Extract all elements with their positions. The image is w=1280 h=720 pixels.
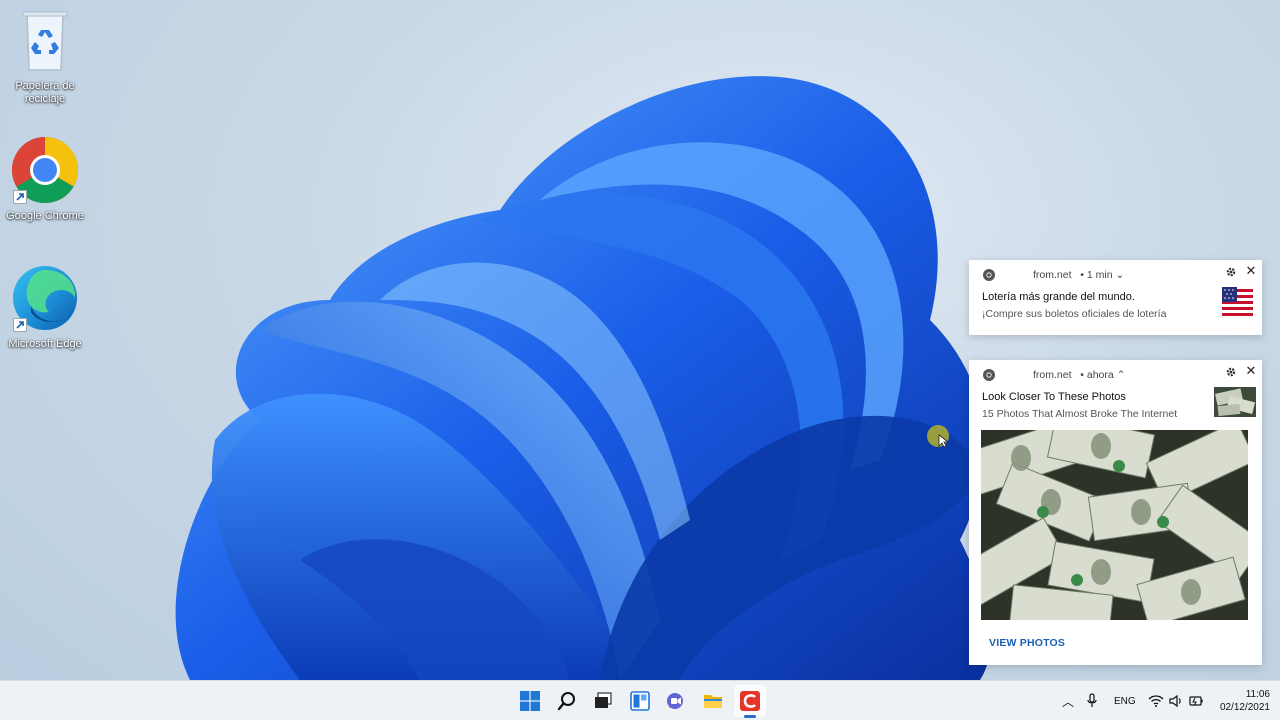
chrome-icon bbox=[9, 134, 81, 206]
widgets-button[interactable] bbox=[624, 685, 656, 717]
notification-source: from.net • ahora ⌃ bbox=[1033, 369, 1126, 381]
chat-button[interactable] bbox=[660, 685, 692, 717]
desktop-icon-recycle-bin[interactable]: Papelera de reciclaje bbox=[0, 4, 90, 106]
volume-button[interactable] bbox=[1168, 681, 1184, 720]
task-view-button[interactable] bbox=[587, 685, 619, 717]
desktop-icon-label: Papelera de reciclaje bbox=[15, 80, 75, 105]
task-view-icon bbox=[595, 692, 612, 708]
gear-icon[interactable] bbox=[1225, 366, 1237, 378]
desktop-icon-edge[interactable]: Microsoft Edge bbox=[0, 262, 90, 351]
mouse-cursor-highlight bbox=[926, 425, 952, 451]
chat-icon bbox=[667, 693, 683, 709]
language-indicator[interactable]: ENG bbox=[1114, 681, 1136, 720]
desktop-icon-label: Microsoft Edge bbox=[8, 338, 82, 350]
chevron-up-icon[interactable]: ⌃ bbox=[1117, 369, 1126, 381]
clock-date: 02/12/2021 bbox=[1219, 702, 1270, 713]
us-flag-image bbox=[1222, 287, 1253, 317]
money-thumbnail bbox=[1214, 387, 1256, 417]
app-c-button[interactable] bbox=[734, 685, 766, 717]
notification-toast-lottery[interactable]: from.net • 1 min ⌄ ✕ Lotería más grande … bbox=[969, 260, 1262, 335]
active-app-indicator bbox=[744, 715, 756, 718]
network-button[interactable] bbox=[1148, 681, 1164, 720]
edge-icon bbox=[9, 262, 81, 334]
gear-icon[interactable] bbox=[1225, 266, 1237, 278]
chevron-up-icon: ︿ bbox=[1062, 694, 1075, 709]
battery-icon bbox=[1189, 696, 1203, 706]
file-explorer-button[interactable] bbox=[697, 685, 729, 717]
start-icon bbox=[520, 691, 540, 711]
shortcut-arrow-icon bbox=[13, 318, 27, 332]
chevron-down-icon[interactable]: ⌄ bbox=[1115, 269, 1124, 281]
speaker-icon bbox=[1169, 694, 1181, 708]
desktop-icon-chrome[interactable]: Google Chrome bbox=[0, 134, 90, 223]
notification-body: 15 Photos That Almost Broke The Internet bbox=[982, 408, 1178, 420]
chrome-source-icon bbox=[983, 369, 995, 381]
notification-title: Lotería más grande del mundo. bbox=[982, 291, 1135, 303]
start-button[interactable] bbox=[514, 685, 546, 717]
notification-title: Look Closer To These Photos bbox=[982, 391, 1126, 403]
desktop-icon-label: Google Chrome bbox=[6, 210, 84, 222]
search-button[interactable] bbox=[551, 685, 583, 717]
close-icon[interactable]: ✕ bbox=[1245, 264, 1257, 278]
wifi-icon bbox=[1148, 695, 1164, 707]
file-explorer-icon bbox=[704, 695, 722, 708]
taskbar: ︿ ENG 11:06 02/12/2021 bbox=[0, 680, 1280, 720]
notification-source: from.net • 1 min ⌄ bbox=[1033, 269, 1125, 281]
close-icon[interactable]: ✕ bbox=[1245, 364, 1257, 378]
clock-time: 11:06 bbox=[1245, 689, 1270, 700]
app-c-icon bbox=[740, 691, 760, 711]
shortcut-arrow-icon bbox=[13, 190, 27, 204]
notification-body: ¡Compre sus boletos oficiales de lotería bbox=[982, 308, 1167, 320]
widgets-icon bbox=[630, 691, 650, 711]
clock[interactable]: 11:06 02/12/2021 bbox=[1210, 688, 1270, 714]
view-photos-button[interactable]: VIEW PHOTOS bbox=[989, 637, 1065, 649]
notification-toast-photos[interactable]: from.net • ahora ⌃ ✕ Look Closer To Thes… bbox=[969, 360, 1262, 665]
microphone-button[interactable] bbox=[1086, 681, 1098, 720]
microphone-icon bbox=[1087, 693, 1097, 707]
battery-button[interactable] bbox=[1188, 681, 1204, 720]
dollar-bills-image bbox=[981, 430, 1248, 620]
recycle-bin-icon bbox=[9, 4, 81, 76]
chrome-source-icon bbox=[983, 269, 995, 281]
tray-overflow-button[interactable]: ︿ bbox=[1062, 681, 1074, 720]
search-icon bbox=[557, 692, 575, 711]
